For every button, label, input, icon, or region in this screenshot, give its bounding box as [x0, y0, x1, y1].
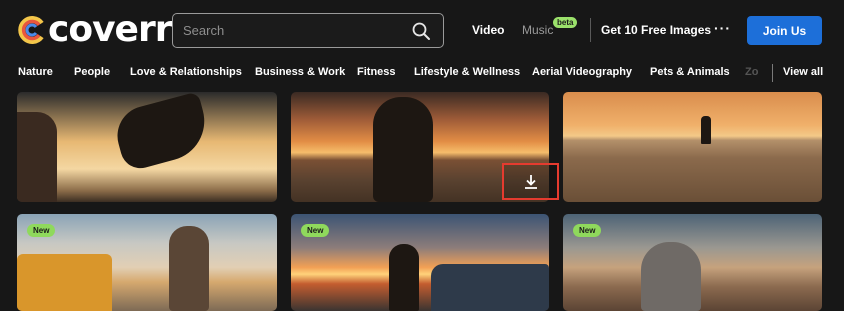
video-thumbnail-car-at-sunset[interactable]: New — [291, 214, 549, 311]
category-people[interactable]: People — [74, 66, 110, 78]
hand-silhouette — [110, 92, 214, 173]
category-fitness[interactable]: Fitness — [357, 66, 396, 78]
new-badge: New — [573, 224, 602, 237]
category-business-work[interactable]: Business & Work — [255, 66, 345, 78]
car-shape — [431, 264, 549, 311]
logo-text: coverr — [48, 9, 172, 50]
video-thumbnail-hands-at-sunset[interactable] — [17, 92, 277, 202]
new-badge: New — [301, 224, 330, 237]
search-input[interactable]: Search — [172, 13, 444, 48]
category-pets-animals[interactable]: Pets & Animals — [650, 66, 730, 78]
category-aerial-videography[interactable]: Aerial Videography — [532, 66, 632, 78]
hooded-figure-silhouette — [641, 242, 701, 311]
category-bar: Nature People Love & Relationships Busin… — [0, 58, 844, 90]
beta-badge: beta — [553, 17, 578, 28]
nav-free-images-link[interactable]: Get 10 Free Images — [601, 23, 711, 37]
logo-rainbow-icon — [18, 16, 44, 44]
search-icon[interactable] — [411, 21, 431, 41]
top-header: coverr Search Video Music beta Get 10 Fr… — [0, 0, 844, 58]
video-thumbnail-woman-with-tractor[interactable]: New — [17, 214, 277, 311]
person-silhouette — [389, 244, 419, 311]
category-love-relationships[interactable]: Love & Relationships — [130, 66, 242, 78]
nav-music-link[interactable]: Music — [522, 23, 553, 37]
category-divider — [772, 64, 773, 82]
download-icon[interactable] — [523, 174, 539, 190]
tractor-shape — [17, 254, 112, 311]
view-all-link[interactable]: View all — [783, 66, 823, 78]
category-nature[interactable]: Nature — [18, 66, 53, 78]
join-us-button[interactable]: Join Us — [747, 16, 822, 45]
arm-silhouette — [17, 112, 57, 202]
coverr-logo[interactable]: coverr — [16, 9, 172, 50]
nav-divider — [590, 18, 591, 42]
video-thumbnail-hooded-person-desert[interactable]: New — [563, 214, 822, 311]
download-highlight-box[interactable] — [502, 163, 559, 200]
search-placeholder: Search — [183, 23, 225, 38]
more-menu-icon[interactable]: ··· — [714, 20, 731, 36]
nav-video-link[interactable]: Video — [472, 23, 504, 37]
video-thumbnail-person-on-plain[interactable] — [563, 92, 822, 202]
new-badge: New — [27, 224, 56, 237]
category-lifestyle-wellness[interactable]: Lifestyle & Wellness — [414, 66, 520, 78]
woman-back-silhouette — [169, 226, 209, 311]
category-truncated[interactable]: Zo — [745, 66, 758, 78]
standing-person-silhouette — [701, 116, 711, 144]
woman-silhouette — [373, 97, 433, 202]
